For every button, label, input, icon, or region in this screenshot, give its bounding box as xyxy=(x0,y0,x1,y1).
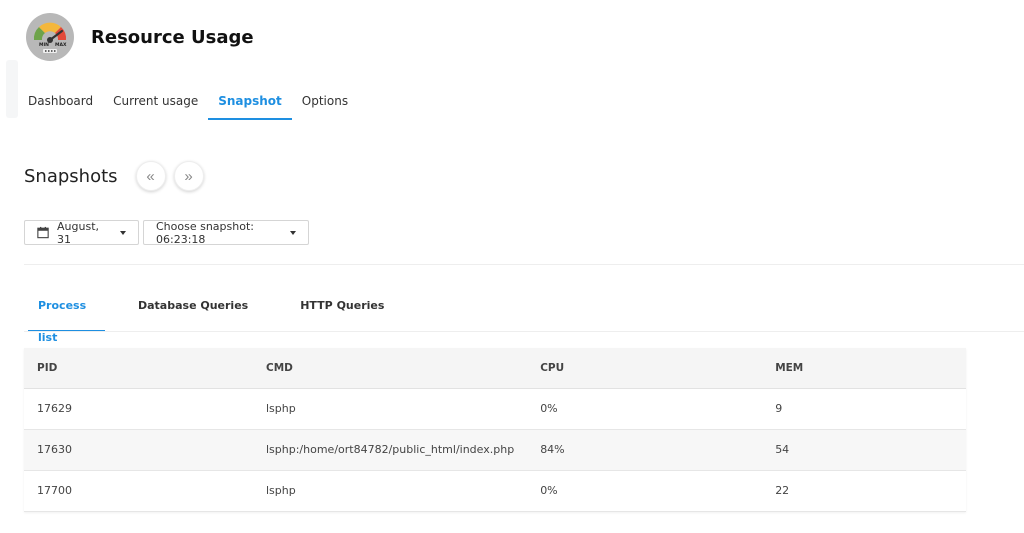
previous-snapshot-button[interactable]: « xyxy=(135,161,166,191)
cell-mem: 54 xyxy=(762,429,966,471)
double-chevron-left-icon: « xyxy=(146,167,155,185)
choose-snapshot-dropdown[interactable]: Choose snapshot: 06:23:18 xyxy=(143,219,309,246)
double-chevron-right-icon: » xyxy=(184,167,193,185)
cell-cpu: 0% xyxy=(527,470,763,512)
app-header: MIN MAX Resource Usage xyxy=(26,12,254,62)
main-nav: Dashboard Current usage Snapshot Options xyxy=(18,84,358,120)
section-title: Snapshots xyxy=(24,165,118,187)
app-title: Resource Usage xyxy=(91,26,254,48)
snapshot-filters: August, 31 Choose snapshot: 06:23:18 xyxy=(24,219,309,246)
gauge-max-label: MAX xyxy=(55,42,67,48)
date-picker-button[interactable]: August, 31 xyxy=(24,219,139,246)
date-label: August, 31 xyxy=(57,219,100,246)
resource-usage-page: MIN MAX Resource Usage Dashboard Current… xyxy=(0,0,1024,533)
nav-current-usage[interactable]: Current usage xyxy=(103,84,208,120)
process-table: PID CMD CPU MEM 17629 lsphp 0% 9 17630 l… xyxy=(24,348,966,512)
column-header-cmd: CMD xyxy=(253,348,528,389)
section-divider xyxy=(24,264,1024,265)
calendar-icon xyxy=(37,226,49,239)
cell-pid: 17630 xyxy=(24,429,253,471)
column-header-mem: MEM xyxy=(762,348,966,389)
column-header-pid: PID xyxy=(24,348,253,389)
snapshot-label: Choose snapshot: 06:23:18 xyxy=(156,219,254,246)
table-row: 17630 lsphp:/home/ort84782/public_html/i… xyxy=(24,429,966,471)
table-row: 17700 lsphp 0% 22 xyxy=(24,470,966,512)
cell-pid: 17629 xyxy=(24,388,253,430)
cell-cmd: lsphp:/home/ort84782/public_html/index.p… xyxy=(253,429,528,471)
snapshots-header: Snapshots « » xyxy=(24,161,204,191)
cell-cpu: 0% xyxy=(527,388,763,430)
cell-pid: 17700 xyxy=(24,470,253,512)
nav-options[interactable]: Options xyxy=(292,84,358,120)
table-row: 17629 lsphp 0% 9 xyxy=(24,388,966,430)
next-snapshot-button[interactable]: » xyxy=(173,161,204,191)
cell-cmd: lsphp xyxy=(253,470,528,512)
tab-http-queries[interactable]: HTTP Queries xyxy=(290,290,394,332)
snapshot-subtabs: Process list Database Queries HTTP Queri… xyxy=(28,290,394,344)
cell-cmd: lsphp xyxy=(253,388,528,430)
subtab-divider xyxy=(24,331,1024,332)
gauge-icon: MIN MAX xyxy=(26,13,74,61)
cell-mem: 9 xyxy=(762,388,966,430)
table-header-row: PID CMD CPU MEM xyxy=(24,348,966,389)
cell-mem: 22 xyxy=(762,470,966,512)
cell-cpu: 84% xyxy=(527,429,763,471)
nav-snapshot[interactable]: Snapshot xyxy=(208,84,292,120)
nav-dashboard[interactable]: Dashboard xyxy=(18,84,103,120)
left-edge-strip xyxy=(6,60,18,118)
caret-down-icon xyxy=(120,230,126,235)
tab-process-list[interactable]: Process list xyxy=(28,290,105,344)
column-header-cpu: CPU xyxy=(527,348,763,389)
gauge-min-label: MIN xyxy=(39,42,49,48)
caret-down-icon xyxy=(290,230,296,235)
tab-database-queries[interactable]: Database Queries xyxy=(128,290,258,332)
